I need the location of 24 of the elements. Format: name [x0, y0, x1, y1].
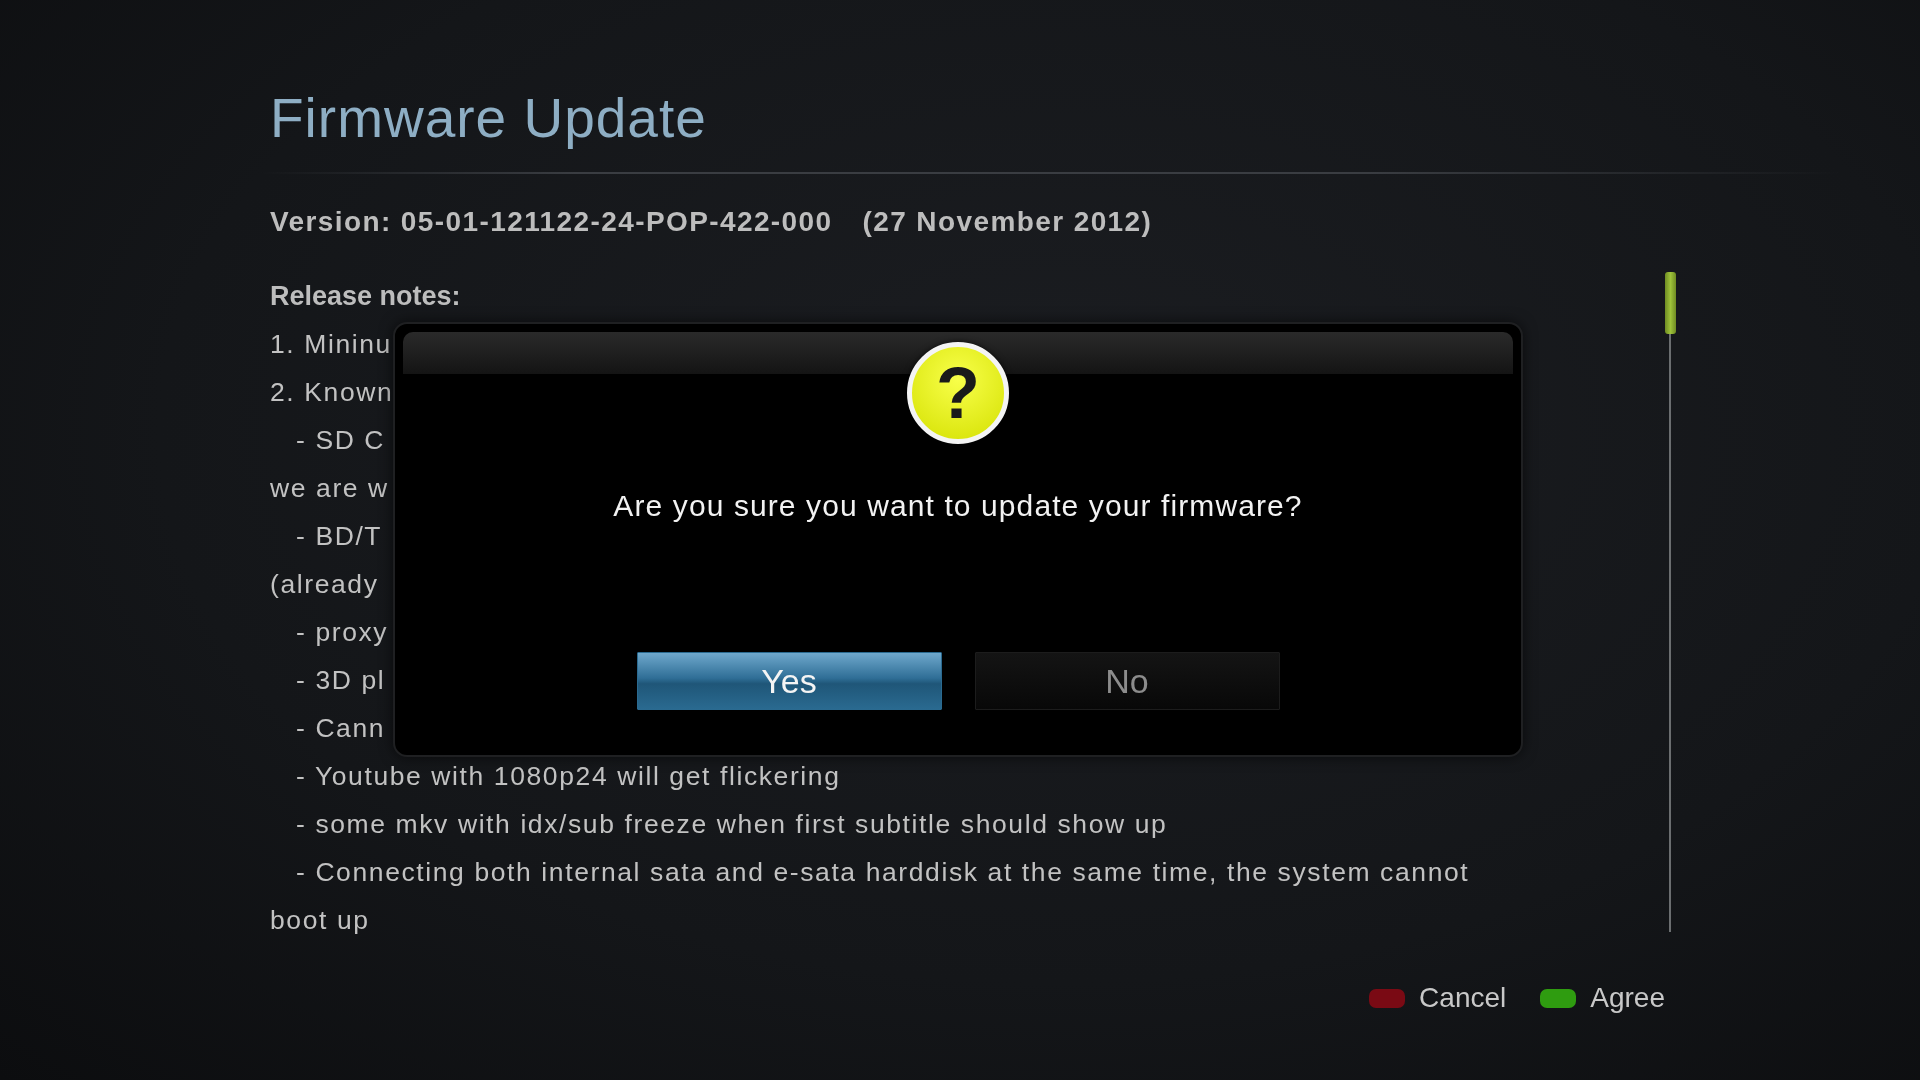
dialog-message: Are you sure you want to update your firmware?: [613, 488, 1303, 524]
note-line: - SD C: [296, 424, 386, 456]
note-line: - Cann: [296, 712, 386, 744]
question-icon: ?: [907, 342, 1009, 444]
yes-button[interactable]: Yes: [636, 652, 942, 710]
note-line: - Youtube with 1080p24 will get flickering: [296, 760, 841, 792]
note-line: we are w: [270, 472, 389, 504]
note-line: - BD/T: [296, 520, 383, 552]
no-button[interactable]: No: [974, 652, 1280, 710]
release-date: (27 November 2012): [862, 206, 1153, 238]
note-line: - proxy: [296, 616, 389, 648]
note-line: - 3D pl: [296, 664, 386, 696]
version-text: Version: 05-01-121122-24-POP-422-000: [270, 206, 833, 238]
note-line: 2. Known: [270, 376, 394, 408]
note-line: 1. Mininu: [270, 328, 392, 360]
note-line: boot up: [270, 904, 370, 936]
note-line: (already: [270, 568, 379, 600]
notes-heading: Release notes:: [270, 280, 461, 313]
key-label: Agree: [1590, 981, 1665, 1015]
page-title: Firmware Update: [270, 86, 707, 150]
key-label: Cancel: [1419, 981, 1507, 1015]
note-line: - Connecting both internal sata and e-sata harddisk at the same time, the system cannot: [296, 856, 1470, 888]
note-line: - some mkv with idx/sub freeze when first subtitle should show up: [296, 808, 1168, 840]
scrollbar-thumb[interactable]: [1664, 272, 1676, 334]
